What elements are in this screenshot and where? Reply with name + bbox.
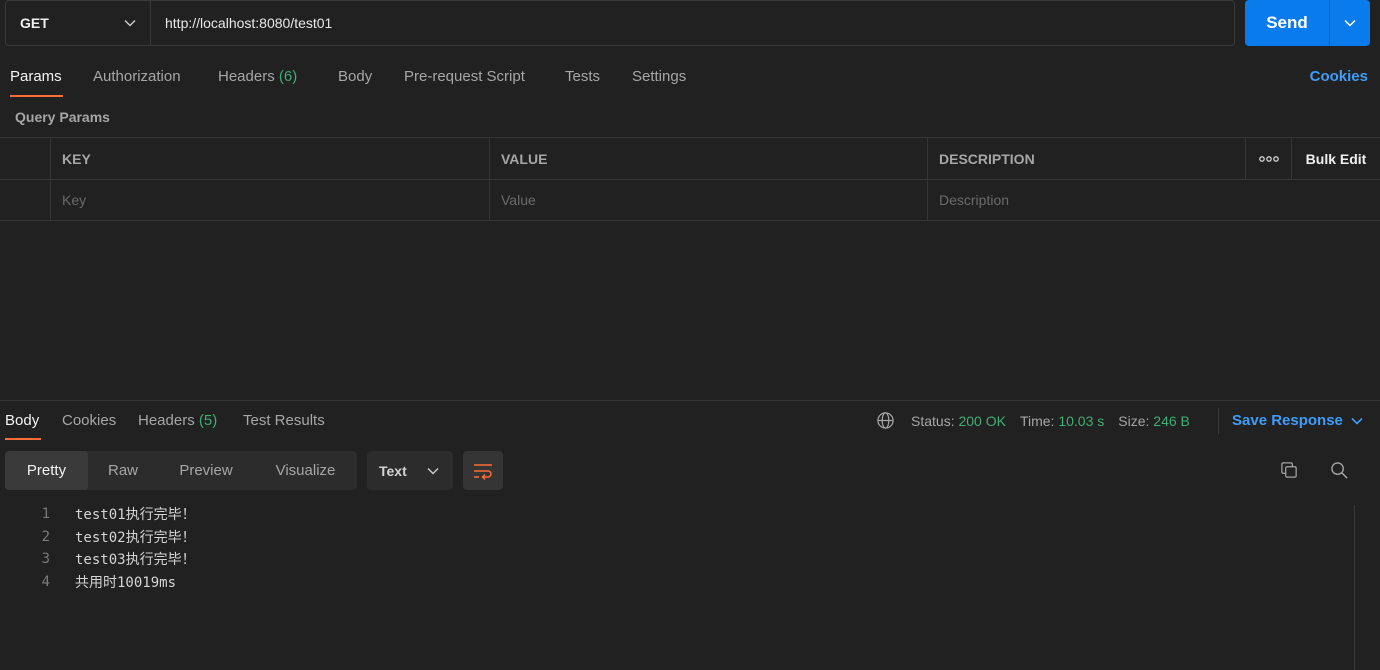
response-tab-headers[interactable]: Headers (5) bbox=[138, 412, 217, 429]
response-tab-test-results[interactable]: Test Results bbox=[243, 412, 325, 429]
chevron-down-icon bbox=[124, 19, 136, 27]
search-button[interactable] bbox=[1330, 461, 1349, 483]
line-number: 4 bbox=[41, 573, 50, 590]
checkbox-column-header bbox=[0, 138, 50, 179]
method-select[interactable]: GET bbox=[6, 1, 151, 45]
chevron-down-icon bbox=[427, 467, 439, 475]
editor-scrollbar[interactable] bbox=[1354, 505, 1355, 670]
line-number: 3 bbox=[41, 551, 50, 568]
wrap-lines-icon bbox=[474, 463, 492, 480]
more-options-button[interactable] bbox=[1245, 138, 1291, 179]
format-label: Text bbox=[379, 462, 407, 479]
save-response-label: Save Response bbox=[1232, 412, 1343, 429]
line-content: test01执行完毕！ bbox=[75, 507, 196, 524]
chevron-down-icon bbox=[1351, 417, 1363, 425]
url-input[interactable]: http://localhost:8080/test01 bbox=[151, 1, 1234, 45]
row-checkbox-cell bbox=[0, 180, 50, 220]
line-number: 2 bbox=[41, 528, 50, 545]
line-content: test02执行完毕！ bbox=[75, 529, 196, 546]
response-meta: Status: 200 OK Time: 10.03 s Size: 246 B bbox=[876, 411, 1190, 430]
active-response-tab-indicator bbox=[5, 438, 41, 440]
response-tab-cookies[interactable]: Cookies bbox=[62, 412, 116, 429]
response-headers-count: (5) bbox=[198, 412, 218, 429]
size-label: Size: bbox=[1118, 412, 1150, 429]
line-content: 共用时10019ms bbox=[75, 574, 177, 591]
toolbar-separator bbox=[1218, 408, 1219, 434]
status-value: 200 OK bbox=[958, 412, 1006, 429]
request-url-bar: GET http://localhost:8080/test01 bbox=[5, 0, 1235, 46]
response-tab-body[interactable]: Body bbox=[5, 412, 39, 429]
time-label: Time: bbox=[1019, 412, 1055, 429]
tab-prerequest-script[interactable]: Pre-request Script bbox=[404, 68, 525, 85]
format-select[interactable]: Text bbox=[367, 451, 453, 490]
view-preview-button[interactable]: Preview bbox=[158, 451, 254, 490]
tab-headers[interactable]: Headers (6) bbox=[218, 68, 297, 85]
code-line: 1 test01执行完毕！ bbox=[0, 503, 1354, 526]
table-row: Key Value Description bbox=[0, 179, 1380, 221]
response-tab-headers-label: Headers bbox=[138, 412, 195, 429]
tab-body[interactable]: Body bbox=[338, 68, 372, 85]
time-value[interactable]: 10.03 s bbox=[1058, 413, 1104, 429]
send-button-group: Send bbox=[1245, 0, 1370, 46]
line-number: 1 bbox=[41, 506, 50, 523]
active-tab-indicator bbox=[10, 95, 63, 97]
query-params-title: Query Params bbox=[15, 109, 110, 125]
search-icon bbox=[1331, 462, 1348, 479]
description-input[interactable]: Description bbox=[927, 180, 1380, 220]
bulk-edit-button[interactable]: Bulk Edit bbox=[1291, 138, 1380, 179]
response-divider[interactable] bbox=[0, 400, 1380, 401]
code-line: 2 test02执行完毕！ bbox=[0, 526, 1354, 549]
value-column-header: VALUE bbox=[489, 138, 927, 179]
code-line: 3 test03执行完毕！ bbox=[0, 548, 1354, 571]
value-input[interactable]: Value bbox=[489, 180, 927, 220]
send-dropdown-button[interactable] bbox=[1329, 0, 1370, 46]
chevron-down-icon bbox=[1344, 19, 1356, 27]
view-visualize-button[interactable]: Visualize bbox=[254, 451, 357, 490]
copy-icon bbox=[1281, 462, 1297, 478]
view-pretty-button[interactable]: Pretty bbox=[5, 451, 88, 490]
method-label: GET bbox=[20, 15, 49, 31]
tab-authorization[interactable]: Authorization bbox=[93, 68, 181, 85]
url-text: http://localhost:8080/test01 bbox=[165, 15, 333, 31]
code-line: 4 共用时10019ms bbox=[0, 571, 1354, 594]
save-response-button[interactable]: Save Response bbox=[1232, 412, 1363, 429]
send-button[interactable]: Send bbox=[1245, 0, 1329, 46]
key-input[interactable]: Key bbox=[50, 180, 489, 220]
table-header-row: KEY VALUE DESCRIPTION Bulk Edit bbox=[0, 137, 1380, 179]
wrap-lines-button[interactable] bbox=[463, 451, 503, 490]
view-raw-button[interactable]: Raw bbox=[88, 451, 158, 490]
copy-button[interactable] bbox=[1280, 461, 1299, 483]
tab-headers-label: Headers bbox=[218, 68, 275, 85]
size-value[interactable]: 246 B bbox=[1153, 413, 1190, 429]
description-column-header: DESCRIPTION bbox=[927, 138, 1245, 179]
response-tabs: Body Cookies Headers (5) Test Results St… bbox=[0, 402, 1380, 442]
more-horizontal-icon bbox=[1258, 155, 1279, 162]
request-tabs: Params Authorization Headers (6) Body Pr… bbox=[0, 60, 1380, 98]
view-mode-selector: Pretty Raw Preview Visualize bbox=[5, 451, 357, 490]
tab-tests[interactable]: Tests bbox=[565, 68, 600, 85]
tab-params[interactable]: Params bbox=[10, 68, 62, 85]
key-column-header: KEY bbox=[50, 138, 489, 179]
query-params-table: KEY VALUE DESCRIPTION Bulk Edit Key Valu… bbox=[0, 137, 1380, 221]
headers-count: (6) bbox=[278, 68, 298, 85]
response-body-editor[interactable]: 1 test01执行完毕！ 2 test02执行完毕！ 3 test03执行完毕！ 4… bbox=[0, 503, 1354, 593]
tab-settings[interactable]: Settings bbox=[632, 68, 686, 85]
line-content: test03执行完毕！ bbox=[75, 552, 196, 569]
globe-icon[interactable] bbox=[876, 411, 895, 430]
cookies-link[interactable]: Cookies bbox=[1310, 68, 1368, 85]
status-label: Status: bbox=[911, 412, 955, 429]
